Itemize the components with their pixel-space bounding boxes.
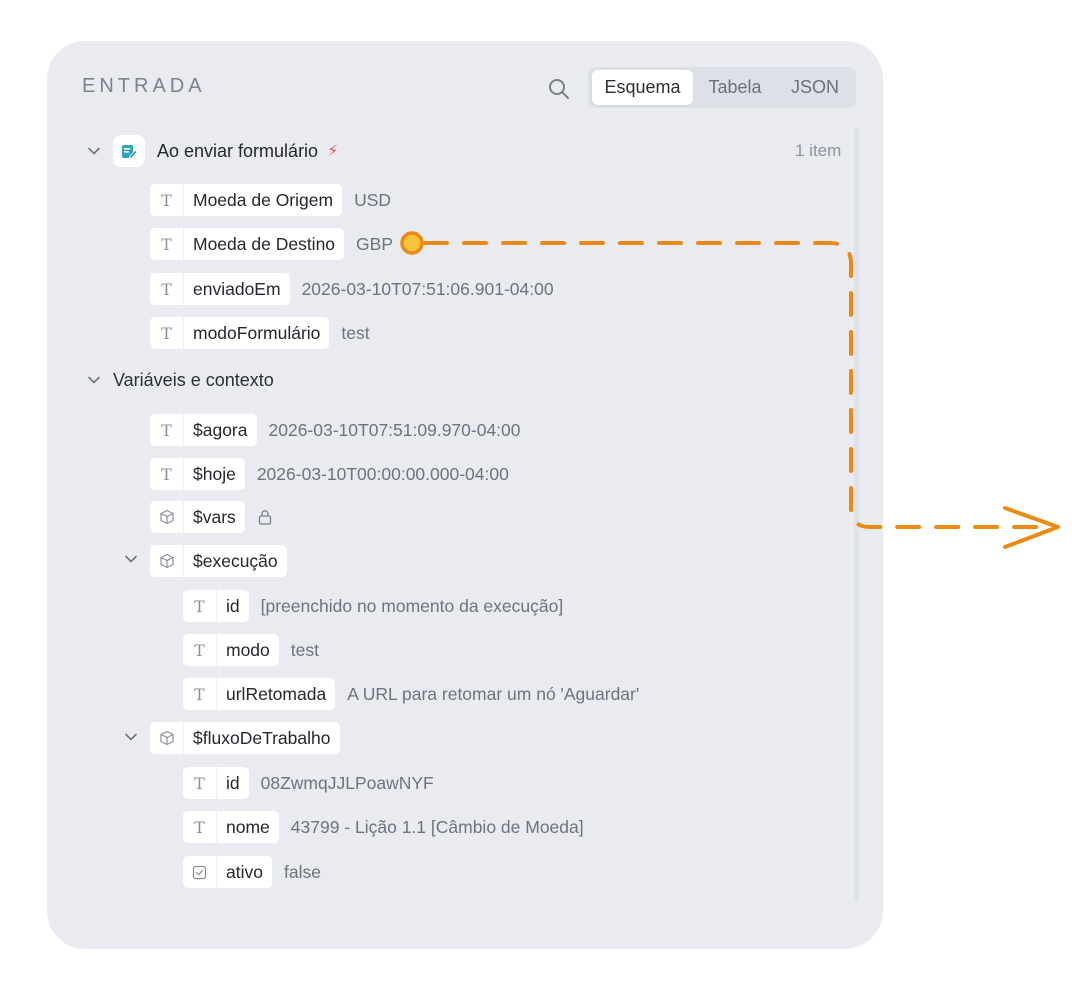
drag-handle[interactable] — [400, 231, 424, 255]
drag-connector — [400, 231, 1060, 549]
